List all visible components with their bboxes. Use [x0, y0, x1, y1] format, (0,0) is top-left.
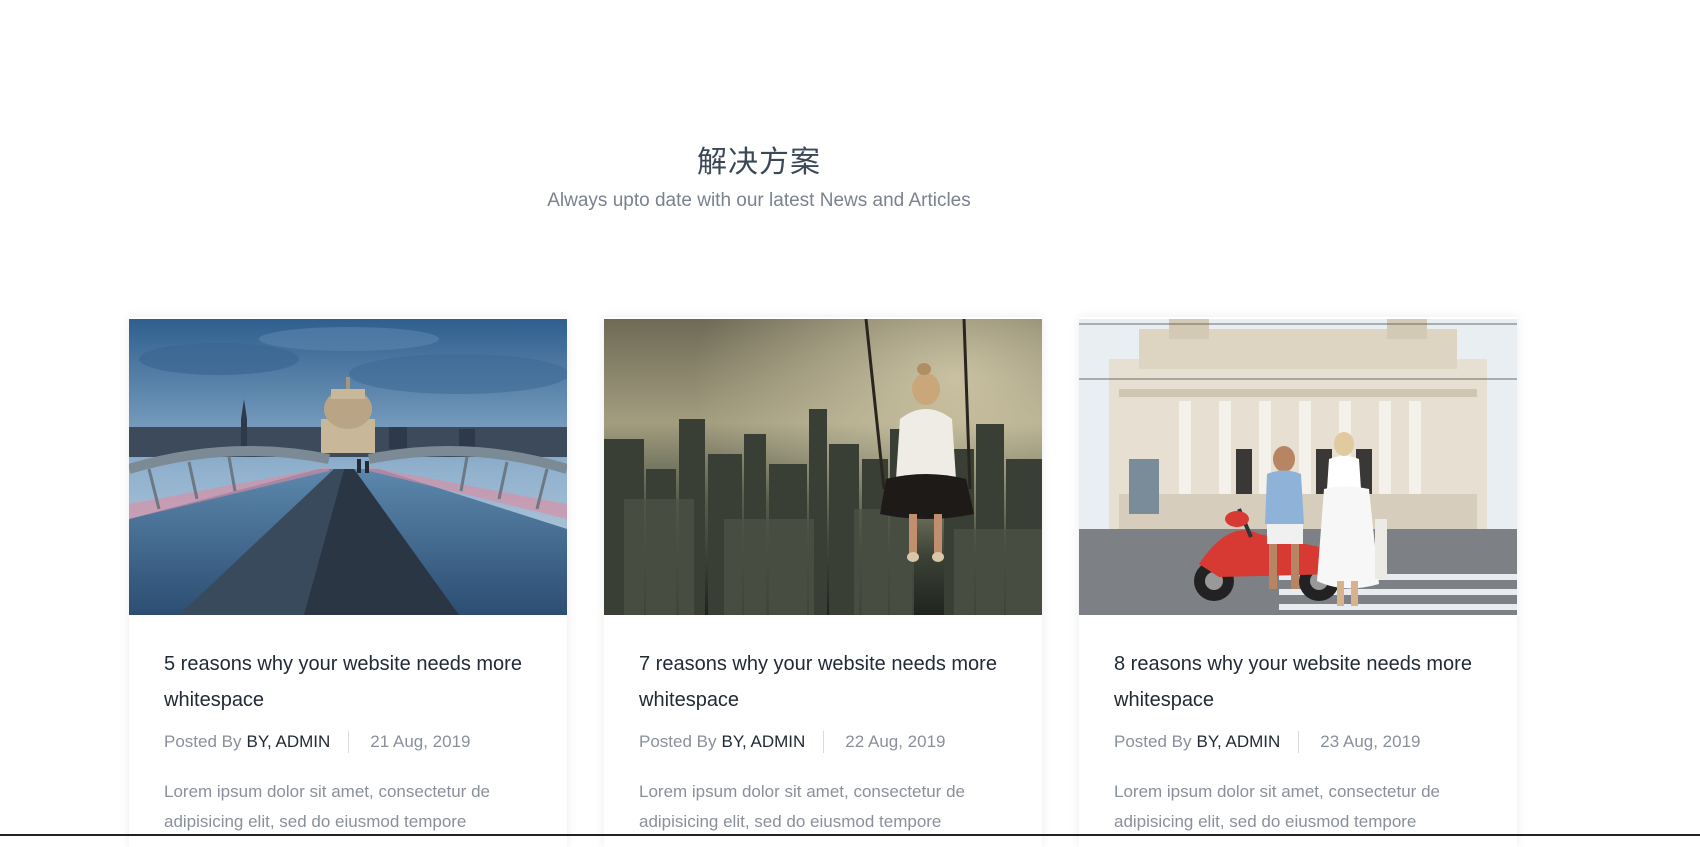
meta-divider	[823, 731, 825, 753]
section-title: 解决方案	[697, 144, 821, 180]
blog-card-1: 5 reasons why your website needs more wh…	[129, 317, 567, 847]
blog-card-title[interactable]: 8 reasons why your website needs more wh…	[1114, 646, 1494, 718]
meta-divider	[1298, 731, 1300, 753]
blog-card-excerpt: Lorem ipsum dolor sit amet, consectetur …	[1114, 782, 1440, 831]
meta-divider	[348, 731, 350, 753]
posted-by-label: Posted By	[639, 732, 717, 751]
section-subtitle: Always upto date with our latest News an…	[547, 190, 971, 211]
blog-card-title[interactable]: 7 reasons why your website needs more wh…	[639, 646, 1019, 718]
blog-card-image[interactable]	[129, 319, 567, 615]
blog-card-image[interactable]	[1079, 319, 1517, 615]
blog-card-meta: Posted By BY, ADMIN 22 Aug, 2019	[639, 731, 946, 753]
author-link[interactable]: BY, ADMIN	[1197, 732, 1281, 752]
blog-card-meta: Posted By BY, ADMIN 21 Aug, 2019	[164, 731, 471, 753]
author-link[interactable]: BY, ADMIN	[722, 732, 806, 752]
posted-by-label: Posted By	[1114, 732, 1192, 751]
post-date: 23 Aug, 2019	[1320, 732, 1421, 751]
blog-card-image[interactable]	[604, 319, 1042, 615]
author-link[interactable]: BY, ADMIN	[247, 732, 331, 752]
posted-by-label: Posted By	[164, 732, 242, 751]
blog-card-excerpt: Lorem ipsum dolor sit amet, consectetur …	[164, 782, 490, 831]
blog-card-3: 8 reasons why your website needs more wh…	[1079, 317, 1517, 847]
blog-card-excerpt: Lorem ipsum dolor sit amet, consectetur …	[639, 782, 965, 831]
blog-card-meta: Posted By BY, ADMIN 23 Aug, 2019	[1114, 731, 1421, 753]
blog-card-2: 7 reasons why your website needs more wh…	[604, 317, 1042, 847]
post-date: 22 Aug, 2019	[845, 732, 946, 751]
post-date: 21 Aug, 2019	[370, 732, 471, 751]
blog-card-title[interactable]: 5 reasons why your website needs more wh…	[164, 646, 544, 718]
